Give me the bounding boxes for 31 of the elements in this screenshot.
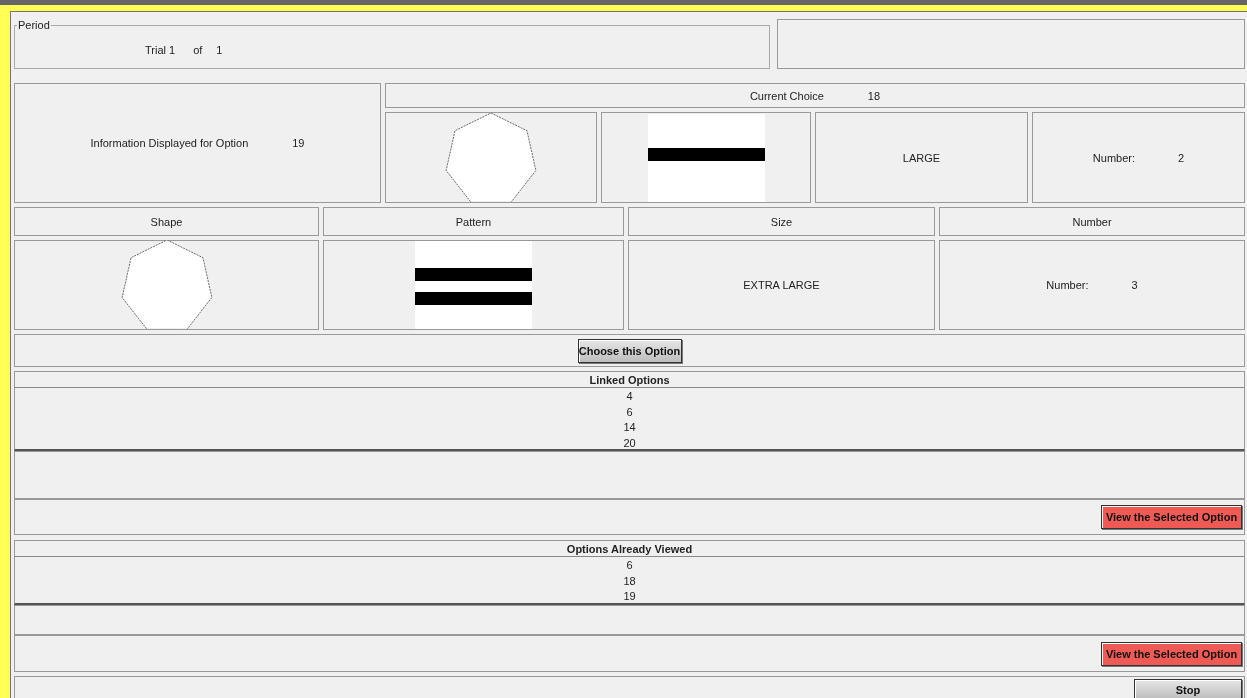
info-option-number: 19 (292, 137, 305, 149)
list-item[interactable]: 6 (626, 404, 633, 420)
number-value: 2 (1178, 151, 1185, 164)
view-selected-option-button[interactable]: View the Selected Option (1101, 641, 1242, 666)
current-choice-number: 18 (867, 89, 881, 102)
stop-button[interactable]: Stop (1134, 679, 1242, 698)
column-header: Shape (14, 207, 319, 236)
choose-option-button[interactable]: Choose this Option (577, 338, 682, 363)
list-item[interactable]: 4 (626, 389, 633, 405)
list-item[interactable]: 20 (623, 435, 636, 451)
view-selected-option-button[interactable]: View the Selected Option (1101, 505, 1242, 529)
list-item[interactable]: 6 (626, 558, 633, 574)
trial-label: Trial 1 (145, 43, 176, 56)
info-label: Information Displayed for Option (90, 137, 249, 149)
list-item[interactable]: 18 (623, 573, 636, 589)
period-legend: Period (17, 19, 51, 31)
of-label: of (193, 43, 203, 56)
column-header: Number (939, 207, 1245, 236)
column-header: Size (628, 207, 935, 236)
column-header: Pattern (323, 207, 624, 236)
number-label: Number: (1092, 151, 1136, 164)
list-item[interactable]: 19 (623, 589, 636, 605)
list-item[interactable]: 14 (623, 420, 636, 436)
size-value: LARGE (902, 151, 941, 164)
number-value: 3 (1131, 279, 1138, 291)
list-header: Options Already Viewed (14, 540, 1245, 557)
current-choice-label: Current Choice (749, 89, 824, 102)
trial-total: 1 (216, 43, 223, 56)
number-label: Number: (1046, 279, 1089, 291)
list-header: Linked Options (14, 371, 1245, 388)
size-value: EXTRA LARGE (743, 279, 820, 291)
